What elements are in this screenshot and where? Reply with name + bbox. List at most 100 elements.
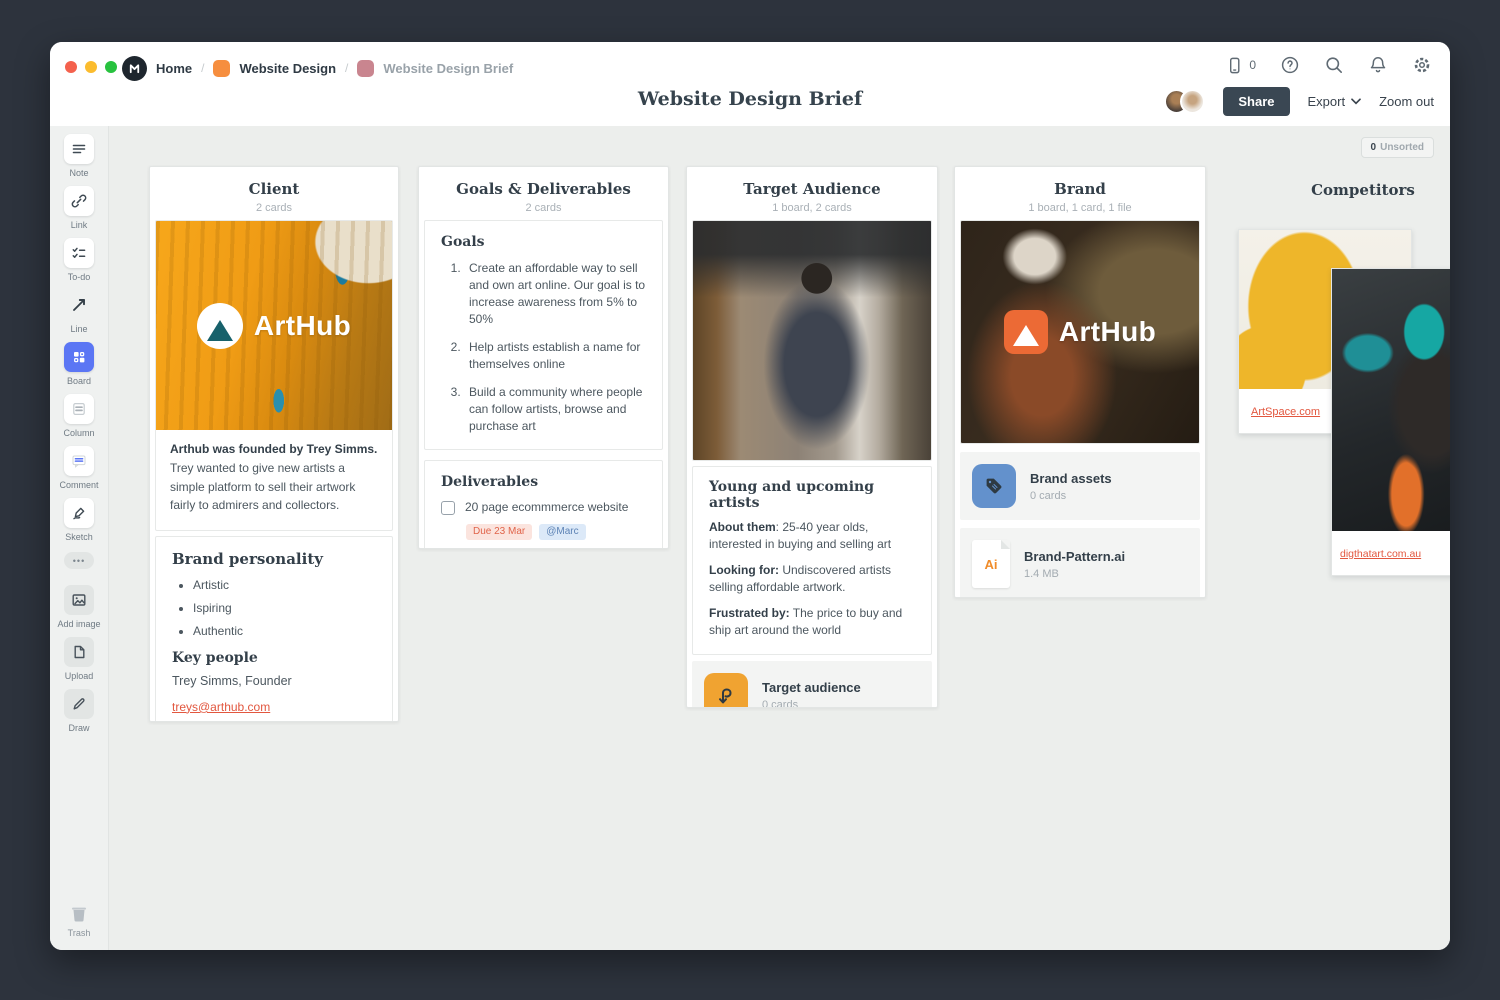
board-color-swatch-orange bbox=[213, 60, 230, 77]
goals-card[interactable]: Goals Create an affordable way to sell a… bbox=[424, 220, 663, 450]
breadcrumb-home[interactable]: Home bbox=[156, 61, 192, 76]
todo-checkbox[interactable] bbox=[441, 501, 455, 515]
client-image-card[interactable]: ArtHub Arthub was founded by Trey Simms.… bbox=[155, 220, 393, 531]
tool-sidebar: Note Link To-do Line bbox=[50, 126, 109, 950]
card-heading: Young and upcoming artists bbox=[709, 479, 915, 511]
brand-assets-board-card[interactable]: Brand assets 0 cards bbox=[960, 452, 1200, 520]
brand-painting-image: ArtHub bbox=[961, 221, 1199, 443]
column-brand[interactable]: Brand 1 board, 1 card, 1 file ArtHub bbox=[954, 166, 1206, 598]
arthub-logo-mark-icon bbox=[1004, 310, 1048, 354]
mention-tag[interactable]: @Marc bbox=[539, 524, 585, 540]
artist-studio-photo bbox=[693, 221, 931, 460]
target-audience-board-card[interactable]: Target audience 0 cards bbox=[692, 661, 932, 708]
collaborator-avatars[interactable] bbox=[1164, 89, 1205, 114]
trash-icon bbox=[68, 904, 90, 924]
tool-sketch[interactable]: Sketch bbox=[64, 498, 94, 542]
board-color-swatch-rose bbox=[357, 60, 374, 77]
column-goals-deliverables[interactable]: Goals & Deliverables 2 cards Goals Creat… bbox=[418, 166, 669, 549]
comment-icon bbox=[64, 446, 94, 476]
app-logo-icon[interactable] bbox=[122, 56, 147, 81]
card-heading: Deliverables bbox=[441, 474, 646, 490]
note-icon bbox=[64, 134, 94, 164]
device-count: 0 bbox=[1249, 58, 1256, 72]
key-person: Trey Simms, Founder bbox=[172, 674, 376, 688]
sketch-pen-icon bbox=[64, 498, 94, 528]
zoom-out-button[interactable]: Zoom out bbox=[1379, 94, 1434, 109]
help-icon[interactable] bbox=[1280, 55, 1300, 75]
tool-board[interactable]: Board bbox=[64, 342, 94, 386]
trash-button[interactable]: Trash bbox=[50, 904, 108, 938]
desktop: { "colors": { "accent_orange": "#f0a331"… bbox=[0, 0, 1500, 1000]
tool-column[interactable]: Column bbox=[63, 394, 94, 438]
unsorted-badge[interactable]: 0 Unsorted bbox=[1361, 137, 1434, 158]
traffic-lights bbox=[65, 61, 117, 73]
title-controls: Share Export Zoom out bbox=[1164, 87, 1434, 116]
avatar[interactable] bbox=[1180, 89, 1205, 114]
line-arrow-icon bbox=[64, 290, 94, 320]
list-item: Build a community where people can follo… bbox=[464, 384, 646, 435]
ai-file-icon: Ai bbox=[972, 540, 1010, 588]
email-link[interactable]: treys@arthub.com bbox=[172, 700, 270, 714]
list-item: Create an affordable way to sell and own… bbox=[464, 260, 646, 328]
tool-draw[interactable]: Draw bbox=[64, 689, 94, 733]
persona-card[interactable]: Young and upcoming artists About them: 2… bbox=[692, 466, 932, 655]
due-date-tag[interactable]: Due 23 Mar bbox=[466, 524, 532, 540]
tool-note[interactable]: Note bbox=[64, 134, 94, 178]
add-image-icon bbox=[64, 585, 94, 615]
artspace-link[interactable]: ArtSpace.com bbox=[1251, 406, 1320, 418]
tool-link[interactable]: Link bbox=[64, 186, 94, 230]
notifications-bell-icon[interactable] bbox=[1368, 55, 1388, 75]
file-card-text: Brand-Pattern.ai 1.4 MB bbox=[1024, 549, 1125, 580]
search-icon[interactable] bbox=[1324, 55, 1344, 75]
share-button[interactable]: Share bbox=[1223, 87, 1289, 116]
minimize-button[interactable] bbox=[85, 61, 97, 73]
maximize-button[interactable] bbox=[105, 61, 117, 73]
window-header: Home / Website Design / Website Design B… bbox=[50, 42, 1450, 126]
export-dropdown[interactable]: Export bbox=[1308, 94, 1362, 109]
tool-add-image[interactable]: Add image bbox=[57, 585, 100, 629]
tool-line[interactable]: Line bbox=[64, 290, 94, 334]
window-body: Note Link To-do Line bbox=[50, 126, 1450, 950]
digthatart-link[interactable]: digthatart.com.au bbox=[1340, 548, 1421, 560]
brand-pattern-file-card[interactable]: Ai Brand-Pattern.ai 1.4 MB bbox=[960, 528, 1200, 598]
persona-row: Frustrated by: The price to buy and ship… bbox=[709, 605, 915, 639]
brand-personality-card[interactable]: Brand personality Artistic Ispiring Auth… bbox=[155, 536, 393, 722]
tag-icon bbox=[972, 464, 1016, 508]
tool-comment[interactable]: Comment bbox=[59, 446, 98, 490]
column-header: Goals & Deliverables 2 cards bbox=[424, 167, 663, 215]
breadcrumb-level1[interactable]: Website Design bbox=[239, 61, 336, 76]
breadcrumb-level2[interactable]: Website Design Brief bbox=[383, 61, 513, 76]
tool-todo[interactable]: To-do bbox=[64, 238, 94, 282]
arthub-logo: ArtHub bbox=[961, 221, 1199, 443]
deliverables-card[interactable]: Deliverables 20 page ecommmerce website … bbox=[424, 460, 663, 549]
competitor-footer: digthatart.com.au bbox=[1332, 531, 1450, 575]
tool-upload[interactable]: Upload bbox=[64, 637, 94, 681]
app-window: Home / Website Design / Website Design B… bbox=[50, 42, 1450, 950]
column-title: Brand bbox=[960, 180, 1200, 198]
board-canvas[interactable]: 0 Unsorted Client 2 cards ArtHub bbox=[109, 126, 1450, 950]
close-button[interactable] bbox=[65, 61, 77, 73]
card-heading: Key people bbox=[172, 650, 376, 666]
competitor-card-digthatart[interactable]: digthatart.com.au bbox=[1331, 268, 1450, 576]
personality-list: Artistic Ispiring Authentic bbox=[172, 578, 376, 638]
mobile-device-icon[interactable]: 0 bbox=[1225, 56, 1256, 75]
audience-image-card[interactable] bbox=[692, 220, 932, 461]
list-item: Ispiring bbox=[193, 601, 376, 615]
list-item: Artistic bbox=[193, 578, 376, 592]
column-target-audience[interactable]: Target Audience 1 board, 2 cards Young a… bbox=[686, 166, 938, 708]
upload-file-icon bbox=[64, 637, 94, 667]
client-caption: Arthub was founded by Trey Simms. Trey w… bbox=[156, 430, 392, 530]
column-icon bbox=[64, 394, 94, 424]
draw-pencil-icon bbox=[64, 689, 94, 719]
todo-tags: Due 23 Mar @Marc bbox=[466, 524, 646, 540]
settings-gear-icon[interactable] bbox=[1412, 55, 1432, 75]
more-tools-button[interactable]: ••• bbox=[64, 552, 94, 569]
column-count: 1 board, 2 cards bbox=[692, 202, 932, 214]
card-heading: Goals bbox=[441, 234, 646, 250]
board-icon bbox=[64, 342, 94, 372]
column-client[interactable]: Client 2 cards ArtHub Arthub was founded… bbox=[149, 166, 399, 722]
brand-image-card[interactable]: ArtHub bbox=[960, 220, 1200, 444]
digthatart-image bbox=[1332, 269, 1450, 531]
persona-row: Looking for: Undiscovered artists sellin… bbox=[709, 562, 915, 596]
breadcrumb-separator: / bbox=[345, 61, 348, 75]
